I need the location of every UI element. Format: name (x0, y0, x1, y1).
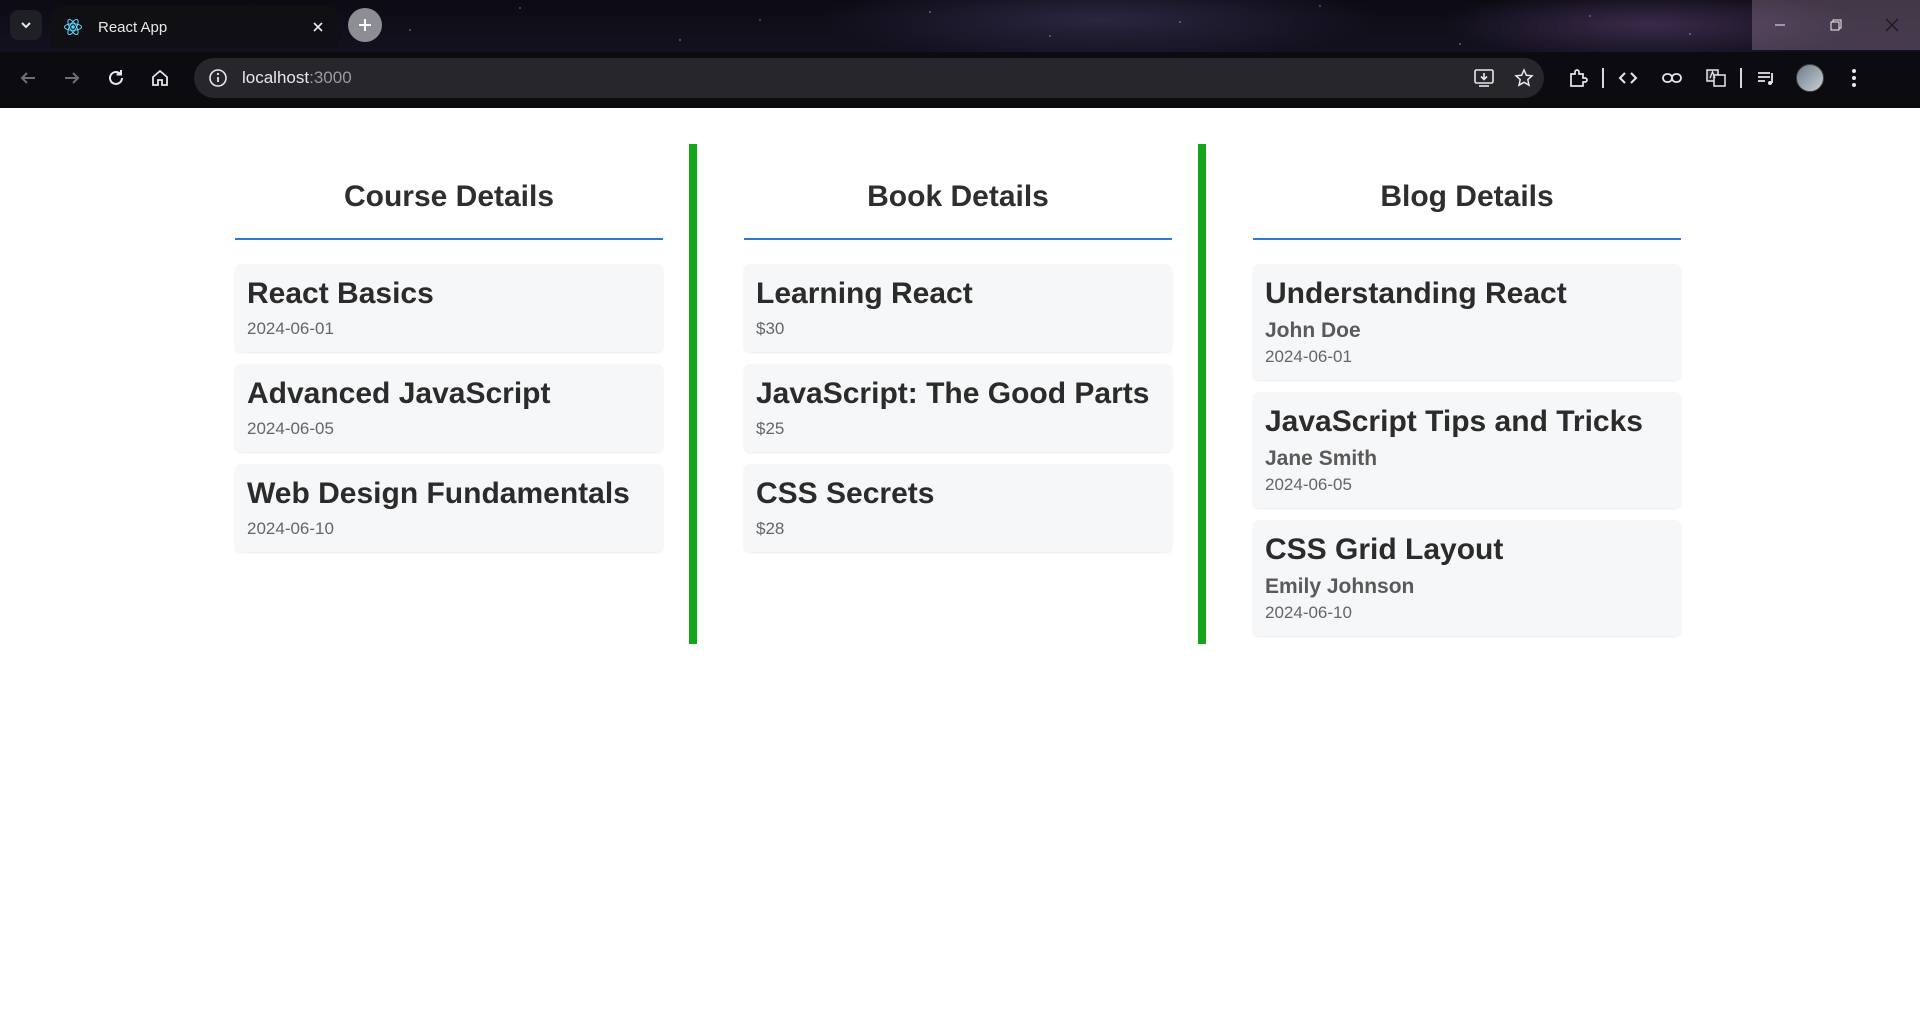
translate-icon[interactable] (1694, 56, 1738, 100)
course-title: Advanced JavaScript (247, 377, 551, 410)
blog-details-section: Blog Details Understanding React John Do… (1253, 144, 1681, 644)
book-price: $28 (756, 519, 785, 538)
toolbar-separator (1740, 68, 1742, 88)
blog-date: 2024-06-01 (1265, 347, 1352, 366)
course-details-heading: Course Details (235, 144, 663, 240)
book-price: $25 (756, 419, 785, 438)
blog-date: 2024-06-05 (1265, 475, 1352, 494)
url-port: :3000 (309, 68, 352, 87)
minimize-icon (1775, 24, 1785, 26)
avatar (1796, 64, 1824, 92)
tab-react-app[interactable]: React App (52, 6, 338, 48)
book-title: CSS Secrets (756, 477, 935, 510)
close-icon[interactable] (306, 15, 330, 39)
book-card: CSS Secrets $28 (744, 464, 1172, 552)
browser-chrome: React App localhost:3000 (0, 0, 1920, 108)
back-button[interactable] (6, 56, 50, 100)
blog-title: Understanding React (1265, 277, 1567, 310)
columns: Course Details React Basics 2024-06-01 A… (235, 144, 1681, 644)
browser-toolbar: localhost:3000 (0, 52, 1920, 104)
course-card: React Basics 2024-06-01 (235, 264, 663, 352)
book-list: Learning React $30 JavaScript: The Good … (744, 264, 1172, 552)
restore-button[interactable] (1808, 0, 1864, 50)
plus-icon (359, 19, 371, 31)
book-card: Learning React $30 (744, 264, 1172, 352)
puzzle-icon[interactable] (1556, 56, 1600, 100)
course-date: 2024-06-01 (247, 319, 334, 338)
column-divider (689, 144, 697, 644)
reload-icon (109, 70, 123, 85)
link-icon[interactable] (1650, 56, 1694, 100)
column-divider (1198, 144, 1206, 644)
blog-author: John Doe (1265, 319, 1361, 342)
toolbar-right (1556, 56, 1876, 100)
course-date: 2024-06-10 (247, 519, 334, 538)
forward-button[interactable] (50, 56, 94, 100)
course-title: React Basics (247, 277, 434, 310)
close-icon (1885, 18, 1899, 32)
tab-strip: React App (0, 0, 1920, 52)
url-text[interactable]: localhost:3000 (242, 68, 1464, 88)
star-icon[interactable] (1504, 58, 1544, 98)
arrow-left-icon (20, 72, 35, 84)
book-title: Learning React (756, 277, 973, 310)
install-app-icon[interactable] (1464, 58, 1504, 98)
info-icon[interactable] (198, 58, 238, 98)
reload-button[interactable] (94, 56, 138, 100)
home-button[interactable] (138, 56, 182, 100)
blog-list: Understanding React John Doe 2024-06-01 … (1253, 264, 1681, 636)
blog-details-heading: Blog Details (1253, 144, 1681, 240)
url-host: localhost (242, 68, 310, 87)
course-card: Advanced JavaScript 2024-06-05 (235, 364, 663, 452)
code-icon[interactable] (1606, 56, 1650, 100)
chevron-down-icon (21, 22, 31, 29)
home-icon (152, 69, 168, 86)
blog-date: 2024-06-10 (1265, 603, 1352, 622)
restore-icon (1830, 19, 1842, 31)
book-price: $30 (756, 319, 785, 338)
minimize-button[interactable] (1752, 0, 1808, 50)
blog-title: JavaScript Tips and Tricks (1265, 405, 1643, 438)
address-bar[interactable]: localhost:3000 (194, 58, 1544, 98)
window-controls (1752, 0, 1920, 50)
page-content: Course Details React Basics 2024-06-01 A… (0, 108, 1920, 1020)
new-tab-button[interactable] (348, 8, 382, 42)
blog-title: CSS Grid Layout (1265, 533, 1504, 566)
close-window-button[interactable] (1864, 0, 1920, 50)
course-title: Web Design Fundamentals (247, 477, 630, 510)
blog-author: Jane Smith (1265, 447, 1378, 470)
course-list: React Basics 2024-06-01 Advanced JavaScr… (235, 264, 663, 552)
course-card: Web Design Fundamentals 2024-06-10 (235, 464, 663, 552)
media-queue-icon[interactable] (1744, 56, 1788, 100)
book-details-section: Book Details Learning React $30 JavaScri… (744, 144, 1172, 644)
toolbar-separator (1602, 68, 1604, 88)
blog-card: Understanding React John Doe 2024-06-01 (1253, 264, 1681, 380)
tab-list-button[interactable] (10, 10, 42, 40)
arrow-right-icon (65, 72, 80, 84)
blog-card: CSS Grid Layout Emily Johnson 2024-06-10 (1253, 520, 1681, 636)
course-date: 2024-06-05 (247, 419, 334, 438)
book-title: JavaScript: The Good Parts (756, 377, 1150, 410)
kebab-menu-icon[interactable] (1832, 56, 1876, 100)
profile-button[interactable] (1788, 56, 1832, 100)
blog-author: Emily Johnson (1265, 575, 1415, 598)
react-logo-icon (62, 16, 84, 38)
course-details-section: Course Details React Basics 2024-06-01 A… (235, 144, 663, 644)
book-details-heading: Book Details (744, 144, 1172, 240)
blog-card: JavaScript Tips and Tricks Jane Smith 20… (1253, 392, 1681, 508)
book-card: JavaScript: The Good Parts $25 (744, 364, 1172, 452)
tab-title: React App (98, 18, 168, 36)
